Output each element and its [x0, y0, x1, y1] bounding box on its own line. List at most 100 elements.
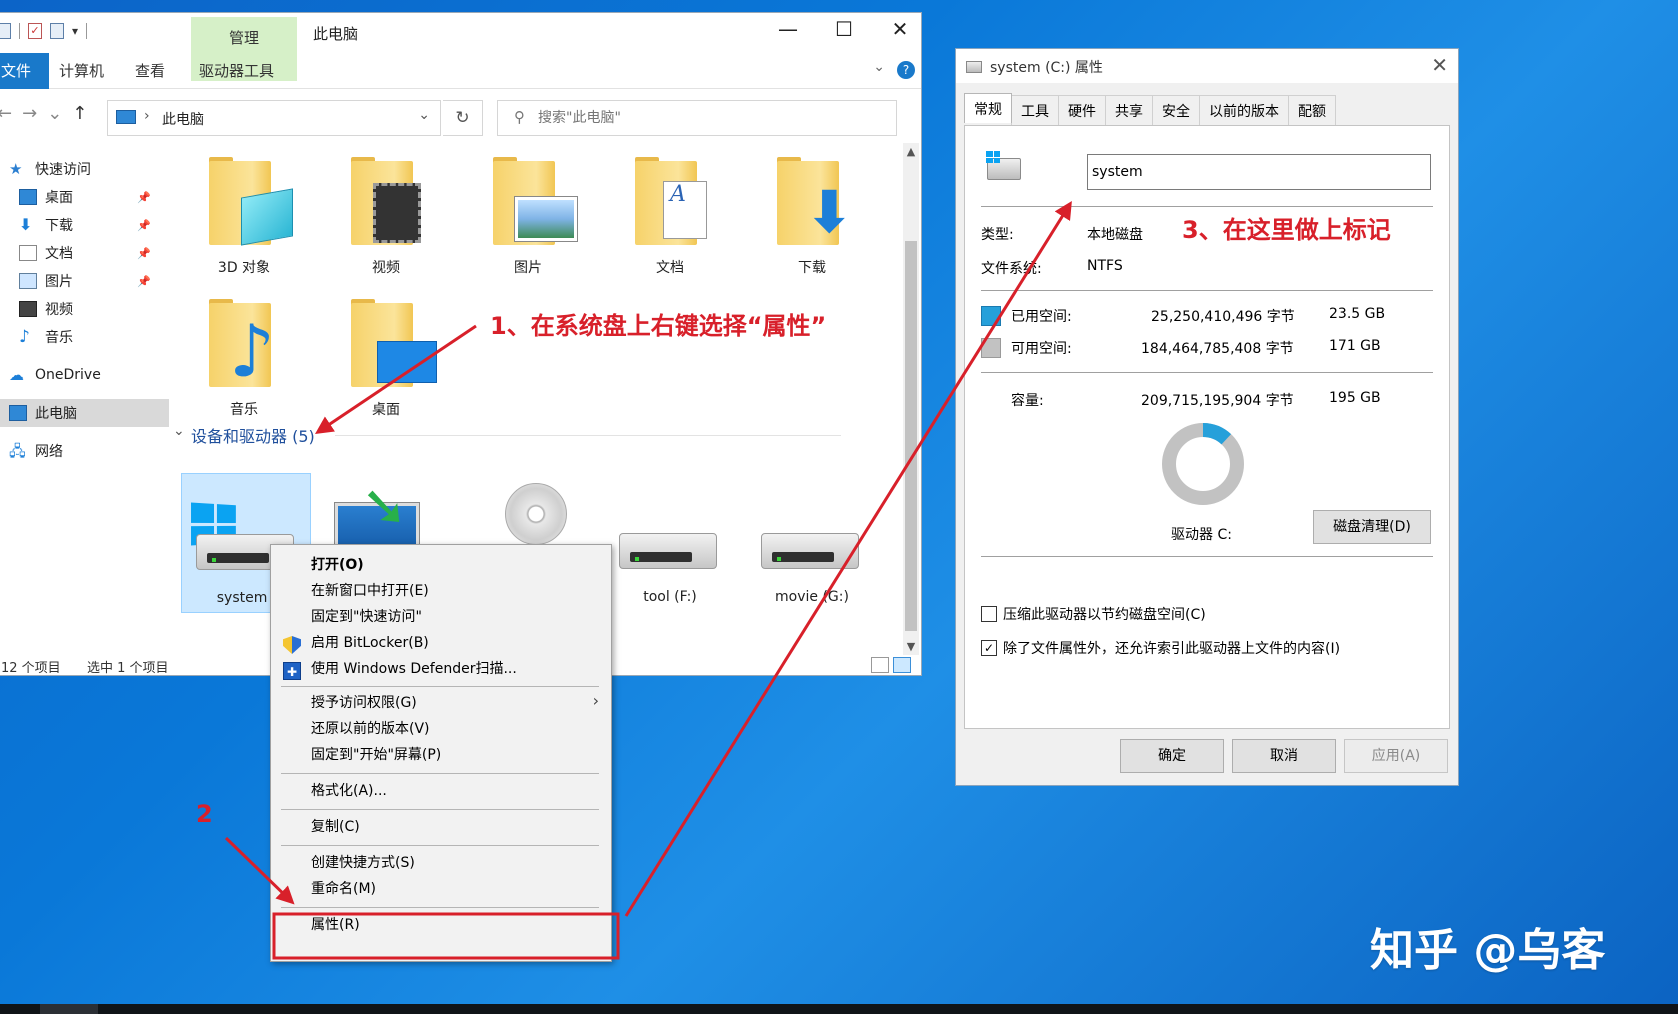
- tab-general[interactable]: 常规: [964, 93, 1012, 123]
- apply-button[interactable]: 应用(A): [1344, 739, 1448, 773]
- drive-tool-f[interactable]: tool (F:): [605, 473, 735, 613]
- folder-label: 图片: [514, 260, 542, 276]
- drive-label: movie (G:): [775, 589, 849, 605]
- up-arrow-icon[interactable]: ↑: [72, 103, 97, 124]
- tab-drive-tools[interactable]: 驱动器工具: [199, 60, 274, 81]
- sidebar-item-onedrive[interactable]: ☁ OneDrive: [0, 361, 169, 389]
- sidebar-item-this-pc[interactable]: 此电脑: [0, 399, 169, 427]
- search-box[interactable]: ⚲: [497, 100, 897, 136]
- large-icons-view-icon[interactable]: [893, 657, 911, 673]
- menu-item-grant-access[interactable]: 授予访问权限(G): [311, 691, 417, 715]
- scroll-up-icon[interactable]: ▲: [903, 145, 919, 158]
- new-folder-icon[interactable]: [50, 23, 64, 39]
- collapse-chevron-icon[interactable]: ⌄: [173, 423, 185, 439]
- compress-checkbox[interactable]: [981, 606, 997, 622]
- sidebar-item-pictures[interactable]: 图片 📌: [0, 267, 169, 295]
- folder-music[interactable]: ♪ 音乐: [179, 295, 309, 425]
- drive-icon: [966, 61, 982, 73]
- volume-name-input[interactable]: [1087, 154, 1431, 190]
- disk-cleanup-button[interactable]: 磁盘清理(D): [1313, 510, 1431, 544]
- pin-icon[interactable]: 📌: [137, 247, 151, 260]
- close-icon[interactable]: ✕: [1431, 53, 1448, 77]
- customize-dropdown-icon[interactable]: ▾: [72, 24, 78, 38]
- sidebar-item-desktop[interactable]: 桌面 📌: [0, 183, 169, 211]
- pin-icon[interactable]: 📌: [137, 191, 151, 204]
- help-icon[interactable]: ?: [897, 61, 915, 79]
- sidebar-item-network[interactable]: 🖧 网络: [0, 437, 169, 465]
- details-view-icon[interactable]: [871, 657, 889, 673]
- folder-downloads[interactable]: ⬇ 下载: [747, 153, 877, 283]
- recent-chevron-icon[interactable]: ⌄: [47, 103, 72, 124]
- section-divider: [335, 435, 841, 436]
- menu-item-create-shortcut[interactable]: 创建快捷方式(S): [311, 851, 415, 875]
- forward-arrow-icon[interactable]: →: [22, 103, 47, 124]
- tab-view[interactable]: 查看: [135, 60, 165, 81]
- sidebar-item-quick-access[interactable]: ★ 快速访问: [0, 155, 169, 183]
- pin-icon[interactable]: 📌: [137, 275, 151, 288]
- menu-item-pin-quick-access[interactable]: 固定到"快速访问": [311, 605, 422, 629]
- scroll-thumb[interactable]: [905, 241, 917, 631]
- menu-item-defender-scan[interactable]: 使用 Windows Defender扫描...: [311, 657, 517, 681]
- folder-pictures[interactable]: 图片: [463, 153, 593, 283]
- pin-icon[interactable]: 📌: [137, 219, 151, 232]
- menu-item-bitlocker[interactable]: 启用 BitLocker(B): [311, 631, 429, 655]
- sidebar-item-videos[interactable]: 视频: [0, 295, 169, 323]
- cd-icon: [505, 483, 567, 545]
- devices-section-header[interactable]: ⌄ 设备和驱动器 (5): [171, 423, 893, 447]
- refresh-button[interactable]: ↻: [443, 100, 483, 136]
- address-text: 此电脑: [162, 112, 204, 128]
- drive-letter-label: 驱动器 C:: [1171, 527, 1232, 543]
- tab-previous-versions[interactable]: 以前的版本: [1199, 95, 1289, 125]
- expand-ribbon-icon[interactable]: ⌄: [873, 59, 885, 75]
- tab-sharing[interactable]: 共享: [1105, 95, 1153, 125]
- checkmark-icon[interactable]: ✓: [28, 23, 42, 39]
- menu-item-open[interactable]: 打开(O): [311, 553, 364, 577]
- vertical-scrollbar[interactable]: ▲ ▼: [903, 143, 919, 655]
- nav-arrows: ←→⌄↑: [0, 103, 97, 124]
- tab-hardware[interactable]: 硬件: [1058, 95, 1106, 125]
- sidebar-item-documents[interactable]: 文档 📌: [0, 239, 169, 267]
- tab-security[interactable]: 安全: [1152, 95, 1200, 125]
- document-icon: A: [663, 181, 707, 239]
- back-arrow-icon[interactable]: ←: [0, 103, 22, 124]
- cancel-button[interactable]: 取消: [1232, 739, 1336, 773]
- tab-tools[interactable]: 工具: [1011, 95, 1059, 125]
- menu-item-restore-versions[interactable]: 还原以前的版本(V): [311, 717, 430, 741]
- index-checkbox[interactable]: ✓: [981, 640, 997, 656]
- capacity-gb: 195 GB: [1329, 390, 1381, 406]
- scroll-down-icon[interactable]: ▼: [903, 640, 919, 653]
- free-space-swatch: [981, 338, 1001, 358]
- properties-icon[interactable]: [0, 23, 11, 39]
- sidebar-item-music[interactable]: ♪ 音乐: [0, 323, 169, 351]
- folder-3d-objects[interactable]: 3D 对象: [179, 153, 309, 283]
- menu-item-pin-start[interactable]: 固定到"开始"屏幕(P): [311, 743, 441, 767]
- address-bar[interactable]: › 此电脑 ⌄: [107, 100, 441, 136]
- menu-item-open-new-window[interactable]: 在新窗口中打开(E): [311, 579, 429, 603]
- tab-computer[interactable]: 计算机: [59, 60, 104, 81]
- menu-item-rename[interactable]: 重命名(M): [311, 877, 376, 901]
- filesystem-label: 文件系统:: [981, 261, 1042, 277]
- drive-movie-g[interactable]: movie (G:): [747, 473, 877, 613]
- menu-item-copy[interactable]: 复制(C): [311, 815, 360, 839]
- tab-quota[interactable]: 配额: [1288, 95, 1336, 125]
- sidebar-label: OneDrive: [35, 367, 101, 383]
- manage-tab-label[interactable]: 管理: [191, 27, 297, 48]
- sidebar-item-downloads[interactable]: ⬇ 下载 📌: [0, 211, 169, 239]
- menu-separator: [281, 845, 599, 846]
- hard-drive-icon: [986, 151, 1021, 180]
- search-input[interactable]: [538, 106, 878, 130]
- maximize-button[interactable]: ☐: [831, 17, 857, 41]
- sidebar-label: 图片: [45, 274, 73, 290]
- menu-item-format[interactable]: 格式化(A)...: [311, 779, 387, 803]
- menu-item-properties[interactable]: 属性(R): [311, 913, 360, 937]
- address-dropdown-icon[interactable]: ⌄: [418, 107, 430, 123]
- folder-videos[interactable]: 视频: [321, 153, 451, 283]
- folder-desktop[interactable]: 桌面: [321, 295, 451, 425]
- minimize-button[interactable]: —: [775, 17, 801, 41]
- taskbar-button[interactable]: [40, 1004, 98, 1014]
- close-button[interactable]: ✕: [887, 17, 913, 41]
- divider: [981, 372, 1433, 373]
- folder-documents[interactable]: A 文档: [605, 153, 735, 283]
- ok-button[interactable]: 确定: [1120, 739, 1224, 773]
- tab-file[interactable]: 文件: [0, 53, 49, 89]
